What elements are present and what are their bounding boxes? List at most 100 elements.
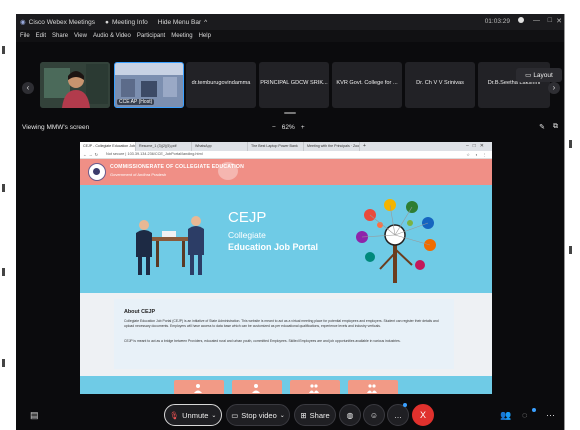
browser-tab[interactable]: CEJP - Collegiate Education Job: [80, 142, 136, 151]
more-options-button[interactable]: …: [387, 404, 409, 426]
hero-line-1: Collegiate: [228, 230, 266, 240]
browser-tab[interactable]: Resume_1 (3)(2)(5).pdf: [136, 142, 192, 151]
participant-tile[interactable]: dr.temburugovindamma: [186, 62, 256, 108]
layout-button[interactable]: ▭ Layout: [516, 68, 562, 82]
menu-audio-video[interactable]: Audio & Video: [93, 33, 131, 39]
captions-icon[interactable]: ▤: [30, 410, 39, 421]
host-name-label: CCE AP (Host): [117, 99, 155, 105]
share-info-bar: Viewing MMW's screen − 62% + ✎ ⧉: [16, 122, 564, 134]
zoom-controls: − 62% +: [272, 124, 305, 131]
about-paragraph-1: Collegiate Education Job Portal (CEJP) i…: [124, 319, 439, 328]
menu-view[interactable]: View: [74, 33, 87, 39]
camera-icon: ▭: [231, 410, 239, 420]
notification-dot: [403, 403, 407, 407]
unmute-button[interactable]: 🎙 Unmute ⌄: [164, 404, 222, 426]
meeting-info-button[interactable]: ● Meeting Info: [105, 19, 148, 26]
edge-mark: [569, 246, 572, 254]
participant-name: dr.temburugovindamma: [191, 80, 251, 86]
stop-video-button[interactable]: ▭ Stop video ⌄: [226, 404, 290, 426]
career-tree-illustration: [356, 199, 436, 283]
edge-mark: [569, 140, 572, 148]
about-section: [80, 293, 492, 376]
browser-extension-icons[interactable]: ☆ ◑ ⋮: [466, 152, 488, 157]
about-title: About CEJP: [124, 309, 156, 315]
menu-share[interactable]: Share: [52, 33, 68, 39]
left-background-window: [0, 14, 16, 430]
menu-edit[interactable]: Edit: [36, 33, 46, 39]
zoom-level: 62%: [281, 124, 295, 131]
browser-address-bar: ←→↻ Not secure | 103.39.134.236/CCE_JobP…: [80, 151, 492, 159]
menu-help[interactable]: Help: [199, 33, 211, 39]
close-icon[interactable]: ✕: [556, 17, 562, 25]
share-button[interactable]: ⊞ Share: [294, 404, 336, 426]
minimize-icon[interactable]: —: [533, 17, 540, 24]
participant-tile[interactable]: Dr. Ch V V Srinivas: [405, 62, 475, 108]
strip-next-button[interactable]: ›: [548, 82, 560, 94]
chevron-down-icon: ⌄: [279, 412, 285, 419]
more-icon: …: [394, 410, 402, 420]
chevron-left-icon: ‹: [26, 83, 30, 92]
strip-resize-handle[interactable]: [284, 112, 296, 114]
record-dot-icon: [518, 17, 524, 25]
participant-name: PRINCIPAL GDCW SRIK...: [260, 80, 328, 86]
interview-illustration: [136, 216, 204, 275]
person-icon: [194, 384, 202, 393]
screenshot-frame: ◉ Cisco Webex Meetings ● Meeting Info Hi…: [0, 0, 580, 430]
info-icon: ●: [105, 18, 109, 26]
viewing-label: Viewing MMW's screen: [22, 124, 90, 131]
webex-logo-icon: ◉: [20, 19, 26, 26]
panel-more-icon[interactable]: ⋯: [546, 410, 555, 421]
leave-meeting-button[interactable]: X: [412, 404, 434, 426]
chevron-right-icon: ›: [552, 83, 556, 92]
browser-window-controls[interactable]: –□✕: [466, 143, 488, 149]
browser-tab[interactable]: Meeting with the Principals · Zoom: [304, 142, 360, 151]
browser-tab-bar: CEJP - Collegiate Education Job Resume_1…: [80, 142, 492, 151]
zoom-out-button[interactable]: −: [272, 124, 276, 131]
url-field[interactable]: Not secure | 103.39.134.236/CCE_JobPorta…: [106, 152, 203, 156]
annotate-icon[interactable]: ✎: [539, 123, 545, 131]
hero-title: CEJP: [228, 209, 267, 226]
record-button[interactable]: ◍: [339, 404, 361, 426]
browser-tab[interactable]: WhatsApp: [192, 142, 248, 151]
menu-file[interactable]: File: [20, 33, 30, 39]
handshake-icon: [218, 162, 238, 180]
participant-tile-host[interactable]: CCE AP (Host): [114, 62, 184, 108]
about-paragraph-2: CEJP is meant to act as a bridge between…: [124, 339, 401, 343]
participants-icon[interactable]: 👥: [500, 410, 511, 421]
pop-out-icon[interactable]: ⧉: [553, 123, 558, 131]
menu-bar: File Edit Share View Audio & Video Parti…: [16, 30, 564, 42]
site-subtitle: Government of Andhra Pradesh: [110, 172, 167, 177]
smiley-icon: ☺: [369, 410, 379, 420]
participant-video-feed: [40, 62, 110, 108]
reactions-button[interactable]: ☺: [363, 404, 385, 426]
edge-mark: [2, 46, 5, 54]
site-logo: [88, 163, 106, 181]
browser-nav-icons[interactable]: ←→↻: [83, 152, 100, 157]
right-background-window: [564, 14, 580, 430]
browser-tab[interactable]: The Best Laptop Power Bank: [248, 142, 304, 151]
hide-menu-bar-button[interactable]: Hide Menu Bar ^: [158, 19, 207, 26]
maximize-icon[interactable]: □: [548, 17, 552, 24]
employer-icon: [367, 384, 377, 393]
chat-icon[interactable]: ◌: [522, 410, 527, 420]
hero-banner: CEJP Collegiate Education Job Portal: [80, 185, 492, 293]
zoom-in-button[interactable]: +: [301, 124, 305, 131]
participant-tile[interactable]: PRINCIPAL GDCW SRIK...: [259, 62, 329, 108]
hero-line-2: Education Job Portal: [228, 242, 319, 252]
about-panel: [114, 299, 454, 369]
strip-prev-button[interactable]: ‹: [22, 82, 34, 94]
menu-meeting[interactable]: Meeting: [171, 33, 192, 39]
close-icon: X: [419, 410, 426, 420]
chevron-down-icon: ⌄: [211, 412, 217, 419]
menu-participant[interactable]: Participant: [137, 33, 165, 39]
share-icon: ⊞: [300, 410, 307, 420]
site-header: COMMISSIONERATE OF COLLEGIATE EDUCATION …: [80, 159, 492, 185]
edge-mark: [2, 268, 5, 276]
participant-strip: ‹ CCE AP (Host) dr.temburugovindamma PRI…: [16, 42, 564, 122]
title-bar: ◉ Cisco Webex Meetings ● Meeting Info Hi…: [16, 14, 564, 30]
participant-tile[interactable]: KVR Govt. College for ...: [332, 62, 402, 108]
new-tab-icon[interactable]: +: [360, 142, 369, 151]
employer-icon: [309, 384, 319, 393]
participant-tile-video[interactable]: [40, 62, 110, 108]
person-icon: [252, 384, 260, 393]
